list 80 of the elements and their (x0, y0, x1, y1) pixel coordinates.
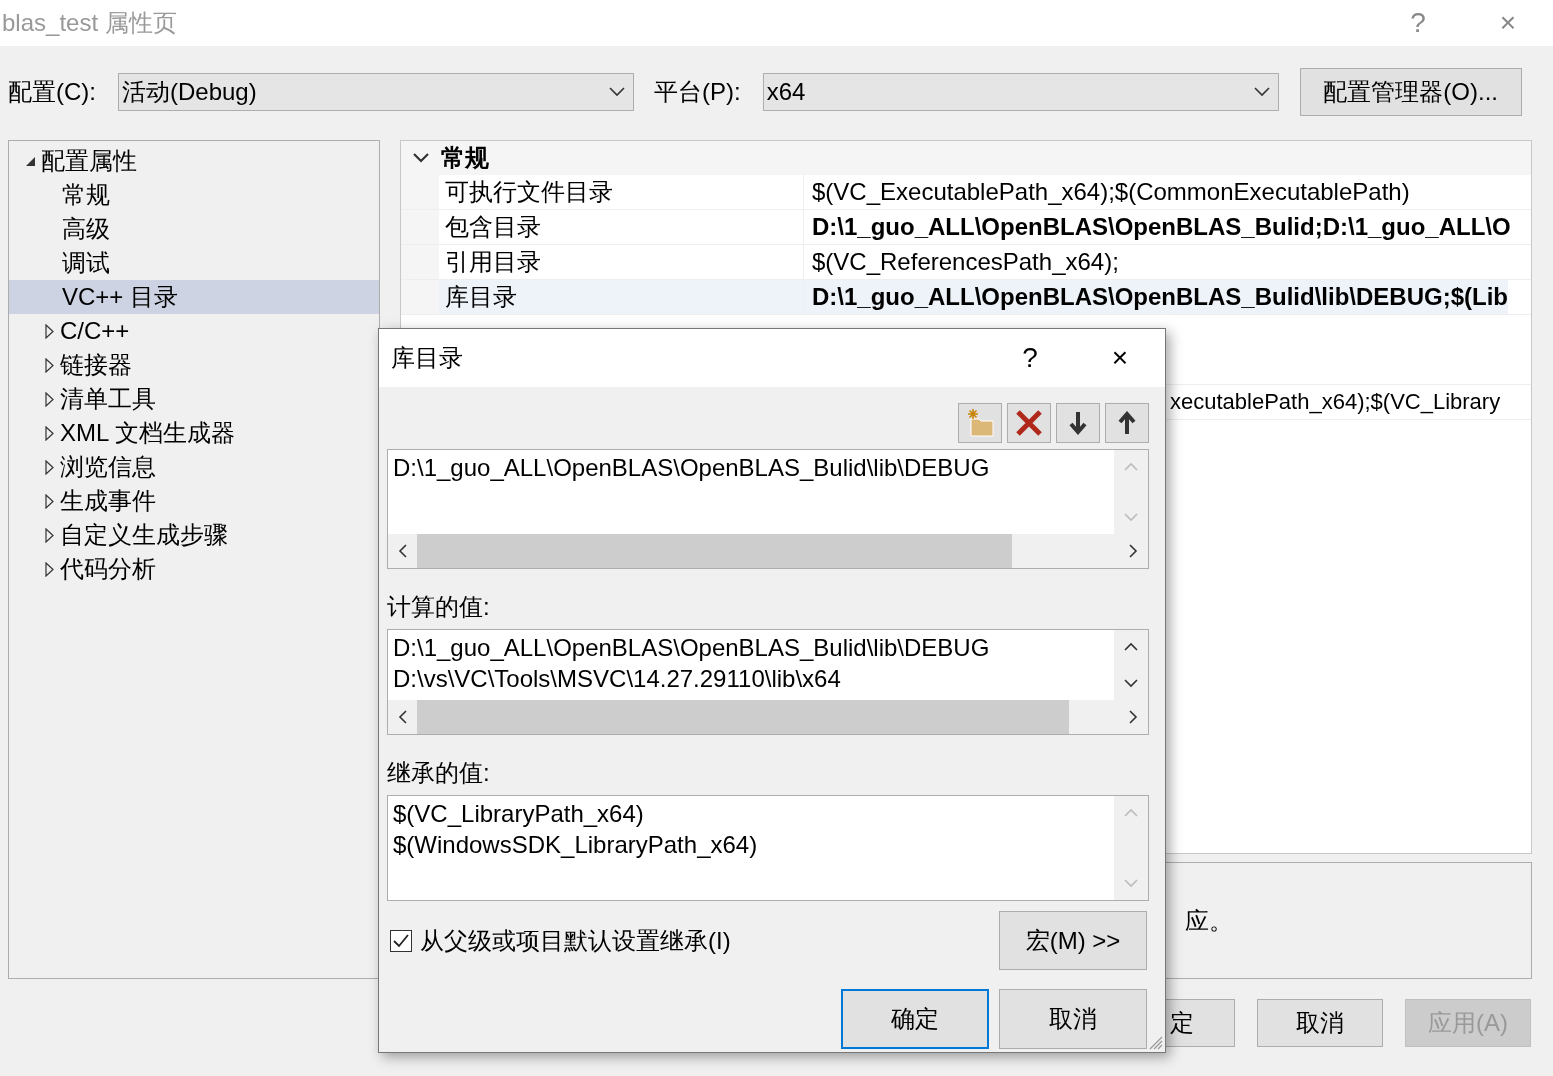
property-value[interactable]: D:\1_guo_ALL\OpenBLAS\OpenBLAS_Bulid\lib\DEBUG;$(Lib (804, 280, 1508, 314)
help-button[interactable]: ? (985, 342, 1075, 374)
tree-item[interactable]: 浏览信息 (9, 450, 379, 484)
platform-dropdown[interactable]: x64 (762, 73, 1279, 111)
list-box[interactable]: $(VC_LibraryPath_x64) $(WindowsSDK_LibraryPath_x64) (387, 795, 1149, 901)
inherited-label: 继承的值: (387, 758, 491, 788)
property-value[interactable]: $(VC_ReferencesPath_x64); (804, 245, 1119, 279)
config-manager-button[interactable]: 配置管理器(O)... (1299, 68, 1522, 116)
checkmark-icon (393, 933, 409, 948)
new-folder-icon (965, 408, 995, 438)
property-name[interactable]: 引用目录 (439, 245, 804, 279)
tree-item[interactable]: 代码分析 (9, 552, 379, 586)
resize-grip-icon[interactable] (1149, 1036, 1163, 1050)
property-value[interactable]: D:\1_guo_ALL\OpenBLAS\OpenBLAS_Bulid;D:\1_guo_ALL\O (804, 210, 1511, 244)
tree-item[interactable]: 常规 (9, 178, 379, 212)
scrollbar-thumb[interactable] (417, 534, 1012, 568)
cancel-button[interactable]: 取消 (999, 989, 1147, 1049)
macros-button[interactable]: 宏(M) >> (999, 911, 1147, 970)
delete-x-icon (1015, 409, 1043, 437)
vertical-scrollbar[interactable] (1114, 630, 1148, 700)
description-text: 应。 (1185, 905, 1233, 936)
dropdown-chevron-icon (609, 87, 625, 97)
property-name[interactable]: 可执行文件目录 (439, 175, 804, 209)
move-up-button[interactable] (1105, 403, 1149, 443)
path-entry[interactable]: D:\1_guo_ALL\OpenBLAS\OpenBLAS_Bulid\lib\DEBUG (393, 632, 1114, 663)
dialog-title: 库目录 (391, 343, 464, 373)
list-box[interactable]: D:\1_guo_ALL\OpenBLAS\OpenBLAS_Bulid\lib\DEBUG (387, 449, 1149, 569)
horizontal-scrollbar[interactable] (388, 534, 1148, 568)
tree-item[interactable]: 生成事件 (9, 484, 379, 518)
tree-item[interactable]: 自定义生成步骤 (9, 518, 379, 552)
tree-item[interactable]: XML 文档生成器 (9, 416, 379, 450)
path-entry[interactable]: D:\vs\VC\Tools\MSVC\14.27.29110\lib\x64 (393, 663, 1114, 694)
path-entry[interactable]: D:\1_guo_ALL\OpenBLAS\OpenBLAS_Bulid\lib\DEBUG (393, 452, 1114, 483)
expanded-chevron-icon[interactable] (413, 153, 429, 163)
property-value[interactable]: $(VC_ExecutablePath_x64);$(CommonExecutablePath) (804, 175, 1410, 209)
inherit-checkbox[interactable]: 从父级或项目默认设置继承(I) (390, 924, 731, 957)
up-arrow-icon (1118, 411, 1136, 435)
collapsed-triangle-icon[interactable] (44, 561, 54, 577)
move-down-button[interactable] (1056, 403, 1100, 443)
window-title: blas_test 属性页 (2, 8, 178, 38)
expanded-triangle-icon[interactable] (24, 155, 36, 167)
scroll-left-icon[interactable] (398, 544, 407, 558)
down-arrow-icon (1069, 411, 1087, 435)
ok-button[interactable]: 确定 (841, 989, 989, 1049)
property-name[interactable]: 包含目录 (439, 210, 804, 244)
dialog-button[interactable]: 取消 (1257, 999, 1383, 1047)
scroll-right-icon[interactable] (1129, 710, 1138, 724)
scroll-up-icon[interactable] (1124, 642, 1138, 651)
scroll-right-icon[interactable] (1129, 544, 1138, 558)
help-button[interactable]: ? (1373, 7, 1463, 39)
scroll-down-icon[interactable] (1124, 679, 1138, 688)
collapsed-triangle-icon[interactable] (44, 493, 54, 509)
path-entry: $(VC_LibraryPath_x64) (393, 799, 645, 829)
collapsed-triangle-icon[interactable] (44, 459, 54, 475)
close-button[interactable]: × (1463, 7, 1553, 39)
tree-item[interactable]: 高级 (9, 212, 379, 246)
collapsed-triangle-icon[interactable] (44, 425, 54, 441)
list-box[interactable]: D:\1_guo_ALL\OpenBLAS\OpenBLAS_Bulid\lib\DEBUG D:\vs\VC\Tools\MSVC\14.27.29110\lib\x64 (387, 629, 1149, 735)
close-button[interactable]: × (1075, 342, 1165, 374)
path-entry: $(WindowsSDK_LibraryPath_x64) (393, 830, 759, 860)
tree-item[interactable]: VC++ 目录 (9, 280, 379, 314)
collapsed-triangle-icon[interactable] (44, 391, 54, 407)
dropdown-chevron-icon (1253, 87, 1270, 97)
tree-item[interactable]: C/C++ (9, 314, 379, 348)
section-header[interactable]: 常规 (401, 141, 1531, 175)
platform-label: 平台(P): (654, 77, 741, 107)
checkbox[interactable] (390, 929, 412, 952)
property-name[interactable]: 库目录 (439, 280, 804, 314)
tree-item[interactable]: 链接器 (9, 348, 379, 382)
scroll-left-icon[interactable] (398, 710, 407, 724)
collapsed-triangle-icon[interactable] (44, 357, 54, 373)
tree-item[interactable]: 配置属性 (9, 144, 379, 178)
config-dropdown[interactable]: 活动(Debug) (118, 73, 634, 111)
evaluated-label: 计算的值: (387, 592, 491, 622)
delete-button[interactable] (1007, 403, 1051, 443)
collapsed-triangle-icon[interactable] (44, 527, 54, 543)
tree-item[interactable]: 调试 (9, 246, 379, 280)
collapsed-triangle-icon[interactable] (44, 323, 54, 339)
tree-item[interactable]: 清单工具 (9, 382, 379, 416)
config-label: 配置(C): (8, 77, 96, 107)
